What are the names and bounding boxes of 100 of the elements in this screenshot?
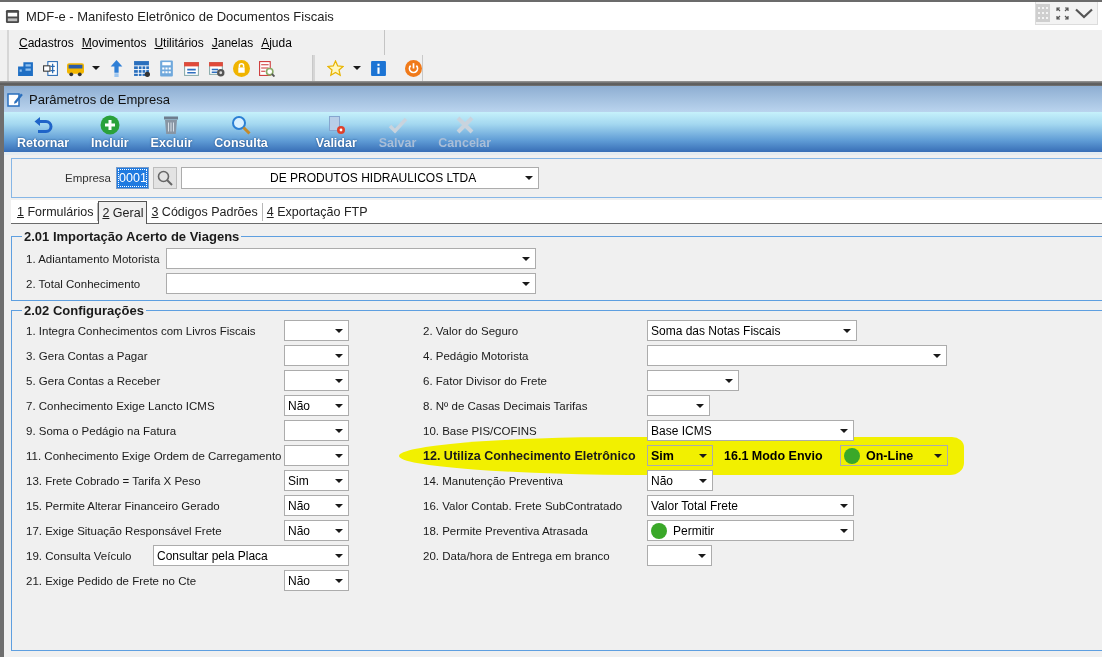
field-label: 18. Permite Preventiva Atrasada — [423, 524, 589, 537]
dropdown-field[interactable]: Sim — [284, 470, 349, 491]
calendar-gear-icon[interactable] — [208, 59, 225, 77]
caret-icon — [335, 578, 343, 583]
upload-arrow-icon[interactable] — [108, 59, 125, 77]
menu-item[interactable]: Cadastros — [17, 35, 76, 50]
field-label: 4. Pedágio Motorista — [423, 349, 530, 362]
document-search-icon[interactable] — [258, 59, 275, 77]
app-icon — [5, 8, 20, 24]
dropdown-field[interactable]: Sim — [647, 445, 713, 466]
window-title: MDF-e - Manifesto Eletrônico de Documentos Fiscais — [26, 8, 334, 24]
caret-icon — [335, 378, 343, 383]
form-title: Parâmetros de Empresa — [29, 91, 170, 107]
power-icon[interactable] — [405, 59, 422, 77]
caret-icon[interactable] — [92, 66, 100, 70]
dropdown-field[interactable]: Valor Total Frete — [647, 495, 854, 516]
field-label: 12. Utiliza Conhecimento Eletrônico — [423, 448, 637, 463]
menu-item[interactable]: Movimentos — [79, 35, 149, 50]
dropdown-field[interactable] — [166, 273, 536, 294]
search-button[interactable] — [153, 167, 178, 189]
search-icon — [157, 170, 174, 186]
field-label: 3. Gera Contas a Pagar — [26, 349, 149, 362]
calendar-grid-icon[interactable] — [133, 59, 150, 77]
invoice-icon[interactable] — [42, 59, 59, 77]
caret-icon — [934, 453, 942, 458]
tab[interactable]: 4 Exportação FTP — [262, 203, 372, 221]
field-label: 19. Consulta Veículo — [26, 549, 133, 562]
padlock-icon[interactable] — [233, 59, 250, 77]
menu-item[interactable]: Utilitários — [152, 35, 206, 50]
field-label: 2. Total Conhecimento — [26, 277, 142, 290]
dropdown-field[interactable] — [284, 445, 349, 466]
field-label: 17. Exige Situação Responsável Frete — [26, 524, 223, 537]
chevron-down-icon[interactable] — [1075, 7, 1093, 19]
group-title: 2.01 Importação Acerto de Viagens — [23, 229, 241, 244]
field-label: 5. Gera Contas a Receber — [26, 374, 162, 387]
building-icon[interactable] — [17, 59, 34, 77]
field-label: 7. Conhecimento Exige Lancto ICMS — [26, 399, 216, 412]
caret-icon — [335, 478, 343, 483]
dropdown-field[interactable]: Não — [284, 395, 349, 416]
code-field[interactable]: 0001 — [116, 167, 150, 189]
add-icon — [99, 115, 120, 135]
field-label: 15. Permite Alterar Financeiro Gerado — [26, 499, 221, 512]
dropdown-field[interactable]: Consultar pela Placa — [153, 545, 349, 566]
caret-icon — [335, 528, 343, 533]
caret-icon — [725, 378, 733, 383]
caret-icon — [522, 256, 530, 261]
field-label: 14. Manutenção Preventiva — [423, 474, 564, 487]
dropdown-field[interactable]: Não — [284, 520, 349, 541]
return-arrow-icon — [33, 115, 54, 135]
dropdown-field[interactable] — [166, 248, 536, 269]
caret-icon[interactable] — [353, 66, 361, 70]
dropdown-field[interactable]: Não — [647, 470, 713, 491]
caret-icon — [522, 281, 530, 286]
caret-icon — [335, 428, 343, 433]
field-label: 16.1 Modo Envio — [724, 448, 824, 463]
menu-item[interactable]: Ajuda — [259, 35, 294, 50]
dropdown-field[interactable]: Permitir — [647, 520, 854, 541]
caret-icon — [840, 503, 848, 508]
dropdown-field[interactable] — [284, 345, 349, 366]
caret-icon — [335, 453, 343, 458]
caret-icon — [840, 428, 848, 433]
dropdown-field[interactable]: Não — [284, 495, 349, 516]
caret-icon — [335, 503, 343, 508]
field-label: 16. Valor Contab. Frete SubContratado — [423, 499, 624, 512]
star-icon[interactable] — [327, 59, 344, 77]
field-label: 9. Soma o Pedágio na Fatura — [26, 424, 178, 437]
field-label: 8. Nº de Casas Decimais Tarifas — [423, 399, 589, 412]
field-label: 20. Data/hora de Entrega em branco — [423, 549, 611, 562]
dropdown-field[interactable] — [647, 395, 710, 416]
edit-document-icon — [7, 91, 23, 107]
info-icon[interactable] — [370, 59, 387, 77]
dropdown-field[interactable]: On-Line — [840, 445, 948, 466]
dropdown-field[interactable]: Não — [284, 570, 349, 591]
field-label: 10. Base PIS/COFINS — [423, 424, 538, 437]
calculator-icon[interactable] — [158, 59, 175, 77]
caret-icon — [335, 328, 343, 333]
field-label: 13. Frete Cobrado = Tarifa X Peso — [26, 474, 202, 487]
menu-item[interactable]: Janelas — [209, 35, 256, 50]
document-gear-icon — [326, 115, 347, 135]
grid-icon[interactable] — [1036, 4, 1050, 22]
group-title: 2.02 Configurações — [23, 303, 145, 318]
caret-icon — [840, 528, 848, 533]
dropdown-field[interactable] — [647, 345, 947, 366]
field-label: 11. Conhecimento Exige Ordem de Carregamento — [26, 449, 283, 462]
caret-icon — [525, 176, 534, 180]
dropdown-field[interactable] — [647, 370, 739, 391]
checkmark-icon — [387, 115, 408, 135]
dropdown-field[interactable] — [284, 420, 349, 441]
field-label: 6. Fator Divisor do Frete — [423, 374, 548, 387]
tab[interactable]: 2 Geral — [98, 201, 148, 224]
dropdown-field[interactable] — [647, 545, 712, 566]
dropdown-field[interactable] — [284, 370, 349, 391]
dropdown-field[interactable] — [284, 320, 349, 341]
caret-icon — [843, 328, 851, 333]
company-dropdown[interactable]: DE PRODUTOS HIDRAULICOS LTDA — [181, 167, 540, 189]
fullscreen-icon[interactable] — [1056, 6, 1069, 20]
dropdown-field[interactable]: Base ICMS — [647, 420, 854, 441]
dropdown-field[interactable]: Soma das Notas Fiscais — [647, 320, 857, 341]
tab[interactable]: 3 Códigos Padrões — [147, 203, 263, 221]
calendar-icon[interactable] — [183, 59, 200, 77]
